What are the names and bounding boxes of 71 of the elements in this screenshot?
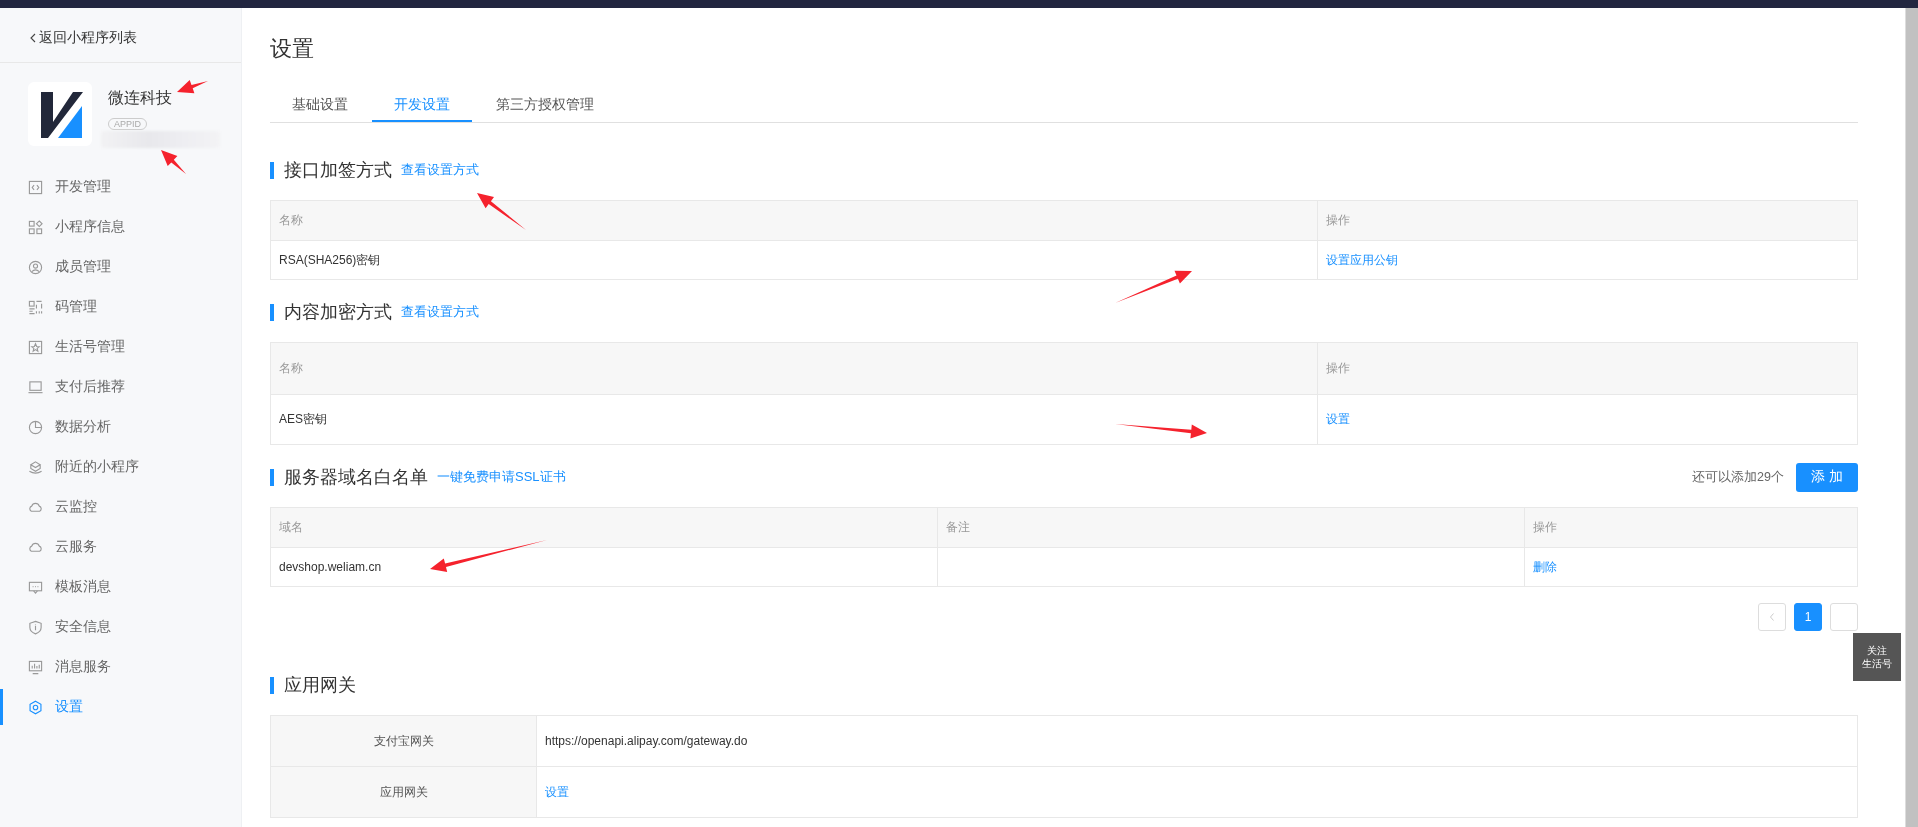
- annotation-arrow: [161, 150, 186, 174]
- column-header: 操作: [1317, 342, 1858, 395]
- row-label: 支付宝网关: [270, 715, 537, 767]
- grid-icon: [28, 219, 43, 235]
- section-link[interactable]: 一键免费申请SSL证书: [437, 468, 566, 486]
- sidebar-item[interactable]: 安全信息: [0, 607, 241, 647]
- back-link[interactable]: 返回小程序列表: [39, 28, 137, 47]
- sidebar-item[interactable]: 支付后推荐: [0, 367, 241, 407]
- monitor-icon: [28, 659, 43, 675]
- add-button[interactable]: 添 加: [1796, 462, 1858, 492]
- message-icon: [28, 579, 43, 595]
- table-cell: https://openapi.alipay.com/gateway.do: [536, 715, 1858, 767]
- section-title: 应用网关: [284, 674, 356, 697]
- sidebar-item[interactable]: 成员管理: [0, 247, 241, 287]
- column-header: 名称: [270, 342, 1318, 395]
- shield-icon: [28, 619, 43, 635]
- tab[interactable]: 基础设置: [270, 89, 370, 122]
- column-header: 名称: [270, 200, 1318, 241]
- next-page-button[interactable]: [1830, 603, 1858, 631]
- action-link[interactable]: 设置应用公钥: [1326, 252, 1399, 267]
- sidebar-item[interactable]: 开发管理: [0, 167, 241, 207]
- follow-button[interactable]: 关注 生活号: [1853, 633, 1901, 681]
- qr-icon: [28, 299, 43, 315]
- sidebar-item[interactable]: 云服务: [0, 527, 241, 567]
- location-icon: [28, 459, 43, 475]
- laptop-icon: [28, 379, 43, 395]
- section-accent: [270, 468, 274, 486]
- pie-icon: [28, 419, 43, 435]
- annotation-arrow: [177, 80, 208, 94]
- action-link[interactable]: 设置: [545, 784, 569, 799]
- action-link[interactable]: 删除: [1532, 559, 1557, 574]
- settings-icon: [28, 699, 43, 715]
- scrollbar[interactable]: [1905, 8, 1918, 827]
- sidebar-item[interactable]: 消息服务: [0, 647, 241, 687]
- app-name: 微连科技: [108, 88, 172, 108]
- action-link[interactable]: 设置: [1326, 412, 1351, 426]
- sidebar-item[interactable]: 附近的小程序: [0, 447, 241, 487]
- section-title: 内容加密方式: [284, 301, 392, 324]
- page-button[interactable]: 1: [1794, 603, 1822, 631]
- user-icon: [28, 259, 43, 275]
- chevron-left-icon: [1768, 612, 1776, 622]
- sidebar-item[interactable]: 设置: [0, 687, 241, 727]
- section-accent: [270, 161, 274, 179]
- row-label: 应用网关: [270, 766, 537, 818]
- section-link[interactable]: 查看设置方式: [401, 303, 479, 321]
- sidebar-item[interactable]: 数据分析: [0, 407, 241, 447]
- sidebar-item[interactable]: 生活号管理: [0, 327, 241, 367]
- section-title: 接口加签方式: [284, 159, 392, 182]
- sidebar-item[interactable]: 模板消息: [0, 567, 241, 607]
- star-icon: [28, 339, 43, 355]
- section-title: 服务器域名白名单: [284, 466, 428, 489]
- column-header: 操作: [1317, 200, 1858, 241]
- sidebar-item[interactable]: 小程序信息: [0, 207, 241, 247]
- remaining-count: 还可以添加29个: [1692, 468, 1784, 486]
- tab[interactable]: 第三方授权管理: [474, 89, 616, 122]
- column-header: 域名: [270, 507, 938, 548]
- annotation-arrow: [477, 193, 526, 230]
- column-header: 操作: [1524, 507, 1858, 548]
- code-icon: [28, 179, 43, 195]
- column-header: 备注: [937, 507, 1525, 548]
- sidebar-item[interactable]: 云监控: [0, 487, 241, 527]
- chevron-left-icon: [30, 32, 36, 43]
- tab[interactable]: 开发设置: [372, 89, 472, 122]
- table-cell: RSA(SHA256)密钥: [270, 240, 1318, 280]
- section-accent: [270, 676, 274, 694]
- page-title: 设置: [270, 35, 315, 63]
- previous-page-button[interactable]: [1758, 603, 1786, 631]
- section-link[interactable]: 查看设置方式: [401, 161, 479, 179]
- section-accent: [270, 303, 274, 321]
- sidebar-item[interactable]: 码管理: [0, 287, 241, 327]
- app-logo: [28, 82, 92, 146]
